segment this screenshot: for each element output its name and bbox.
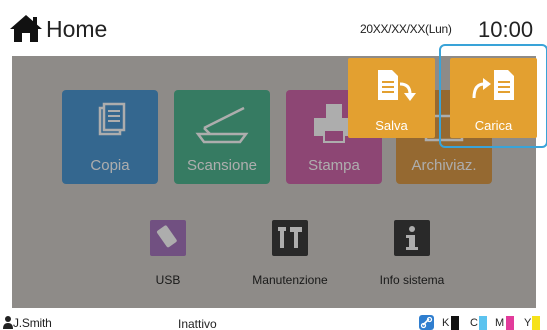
ink-k-level: [451, 316, 459, 330]
time-display: 10:00: [478, 17, 534, 42]
load-button[interactable]: Carica: [450, 58, 537, 138]
save-button-label: Salva: [375, 118, 408, 133]
user-name[interactable]: J.Smith: [13, 316, 52, 330]
save-button[interactable]: Salva: [348, 58, 435, 138]
user-icon: [3, 316, 13, 329]
home-icon[interactable]: [9, 13, 43, 43]
load-button-label: Carica: [474, 118, 513, 133]
ink-y-level: [532, 316, 540, 330]
page-title: Home: [46, 16, 108, 42]
date-display: 20XX/XX/XX(Lun): [360, 22, 452, 36]
save-document-icon: [378, 70, 416, 101]
load-document-icon: [472, 70, 514, 100]
status-bar: J.Smith Inattivo K C M Y: [0, 308, 547, 330]
ink-c-label: C: [470, 317, 478, 329]
ink-m-label: M: [495, 317, 505, 329]
ink-c-level: [479, 316, 487, 330]
connection-icon: [419, 315, 434, 330]
machine-status: Inattivo: [178, 317, 217, 330]
ink-y-label: Y: [524, 317, 532, 329]
ink-k-label: K: [442, 317, 450, 329]
ink-m-level: [506, 316, 514, 330]
